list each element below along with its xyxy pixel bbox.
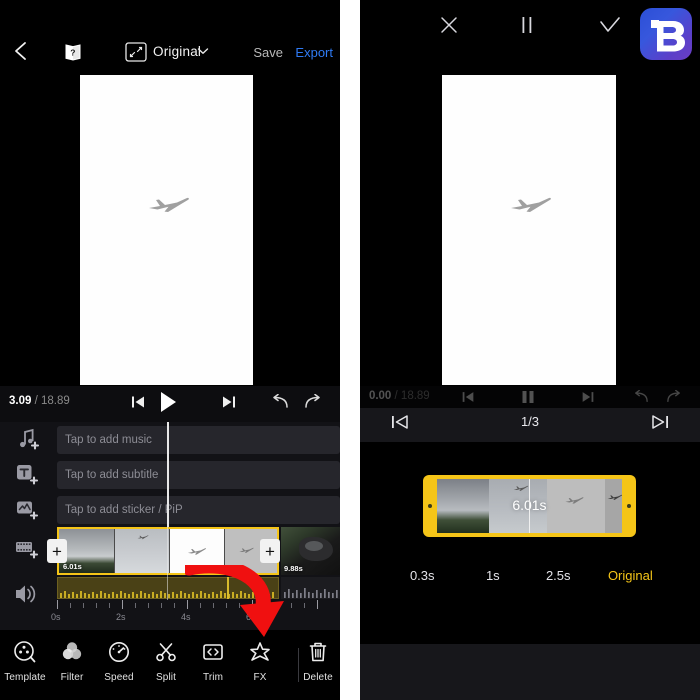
editor-panel-right: 0.00 / 18.89 1/3 0.3s 1s 2.5s Original (359, 0, 700, 700)
panel-divider (350, 0, 360, 700)
airplane-silhouette (510, 197, 551, 212)
help-manual-icon[interactable]: ? (62, 41, 84, 63)
tool-fx-label: FX (253, 672, 267, 683)
tool-trim-label: Trim (202, 672, 224, 683)
skip-next-icon[interactable] (220, 393, 238, 411)
tool-filter-label: Filter (60, 672, 84, 683)
transport-bar-right: 0.00 / 18.89 (359, 386, 700, 408)
ruler-label-0: 0s (51, 612, 61, 622)
add-sticker-icon[interactable] (12, 496, 42, 524)
total-time-right: 18.89 (400, 390, 430, 402)
tool-filter[interactable]: Filter (48, 638, 96, 683)
duration-option-2[interactable]: 2.5s (546, 568, 571, 583)
tool-template[interactable]: Template (1, 638, 49, 683)
tool-split-label: Split (156, 672, 176, 683)
undo-icon[interactable] (271, 394, 289, 410)
aspect-ratio-icon[interactable] (125, 42, 147, 62)
left-top-bar: ? Original Save Export (0, 0, 341, 75)
playhead-upper[interactable] (167, 422, 169, 527)
chevron-down-icon[interactable] (197, 47, 209, 55)
svg-text:?: ? (70, 48, 75, 58)
skip-next-icon[interactable] (580, 389, 596, 405)
video-preview-right[interactable] (441, 75, 616, 385)
add-clip-right-button[interactable]: + (260, 539, 280, 563)
sticker-track-strip[interactable]: Tap to add sticker / PiP (57, 496, 341, 524)
save-button[interactable]: Save (253, 45, 283, 60)
film-strip-icon[interactable] (12, 535, 42, 563)
add-clip-left-button[interactable]: + (47, 539, 67, 563)
current-time-right: 0.00 (368, 390, 392, 402)
export-button[interactable]: Export (295, 45, 333, 60)
pause-icon[interactable] (519, 389, 537, 405)
sticker-track-placeholder: Tap to add sticker / PiP (65, 504, 183, 516)
play-icon[interactable] (157, 390, 179, 414)
tool-speed[interactable]: Speed (95, 638, 143, 683)
undo-icon[interactable] (632, 390, 650, 404)
add-music-icon[interactable] (12, 426, 42, 454)
ruler-label-1: 2s (116, 612, 126, 622)
filter-icon (60, 638, 84, 666)
subtitle-track-placeholder: Tap to add subtitle (65, 469, 159, 481)
duration-option-0[interactable]: 0.3s (410, 568, 435, 583)
split-icon (154, 638, 178, 666)
template-icon (13, 638, 37, 666)
clip-counter: 1/3 (520, 414, 540, 429)
tool-delete-label: Delete (303, 672, 333, 683)
add-text-icon[interactable] (12, 461, 42, 489)
trim-handle-left[interactable] (427, 504, 432, 508)
ib-logo (640, 8, 692, 60)
tool-fx[interactable]: FX (236, 638, 284, 683)
aspect-ratio-label[interactable]: Original (153, 44, 201, 59)
duration-option-1[interactable]: 1s (486, 568, 500, 583)
editor-panel-left: ? Original Save Export 3.09 / 18.89 Tap … (0, 0, 341, 700)
chevron-left-icon[interactable] (10, 40, 30, 62)
music-track-strip[interactable]: Tap to add music (57, 426, 341, 454)
video-preview-left[interactable] (80, 75, 253, 385)
delete-icon (307, 638, 329, 666)
trim-playhead[interactable] (528, 479, 531, 533)
pause-icon[interactable] (517, 14, 537, 36)
time-separator-right: / (391, 390, 401, 402)
redo-icon[interactable] (304, 394, 322, 410)
tool-speed-label: Speed (104, 672, 134, 683)
total-time: 18.89 (40, 395, 70, 407)
subtitle-track-strip[interactable]: Tap to add subtitle (57, 461, 341, 489)
duration-options-row: 0.3s 1s 2.5s Original (360, 568, 700, 594)
music-track-placeholder: Tap to add music (65, 434, 152, 446)
skip-previous-icon[interactable] (129, 393, 147, 411)
tool-trim[interactable]: Trim (189, 638, 237, 683)
next-clip-icon[interactable] (650, 412, 670, 432)
airplane-silhouette (149, 197, 189, 212)
skip-previous-icon[interactable] (460, 389, 476, 405)
screenshot-root: ? Original Save Export 3.09 / 18.89 Tap … (0, 0, 700, 700)
tool-template-label: Template (4, 672, 46, 683)
time-display-left: 3.09 / 18.89 (9, 395, 70, 407)
redo-icon[interactable] (665, 390, 683, 404)
time-separator: / (31, 395, 41, 407)
tool-delete[interactable]: Delete (294, 638, 340, 683)
check-icon[interactable] (598, 14, 622, 36)
playhead-lower[interactable] (167, 527, 168, 600)
trim-action-bar (359, 644, 700, 700)
trim-widget[interactable]: 6.01s (422, 475, 636, 537)
current-time: 3.09 (9, 395, 32, 407)
red-curved-arrow (185, 565, 284, 637)
clip-duration-label: 6.01s (63, 562, 82, 571)
duration-option-3[interactable]: Original (608, 568, 653, 583)
close-icon[interactable] (438, 14, 460, 36)
speed-icon (107, 638, 131, 666)
trim-handle-right[interactable] (626, 504, 631, 508)
tool-split[interactable]: Split (142, 638, 190, 683)
